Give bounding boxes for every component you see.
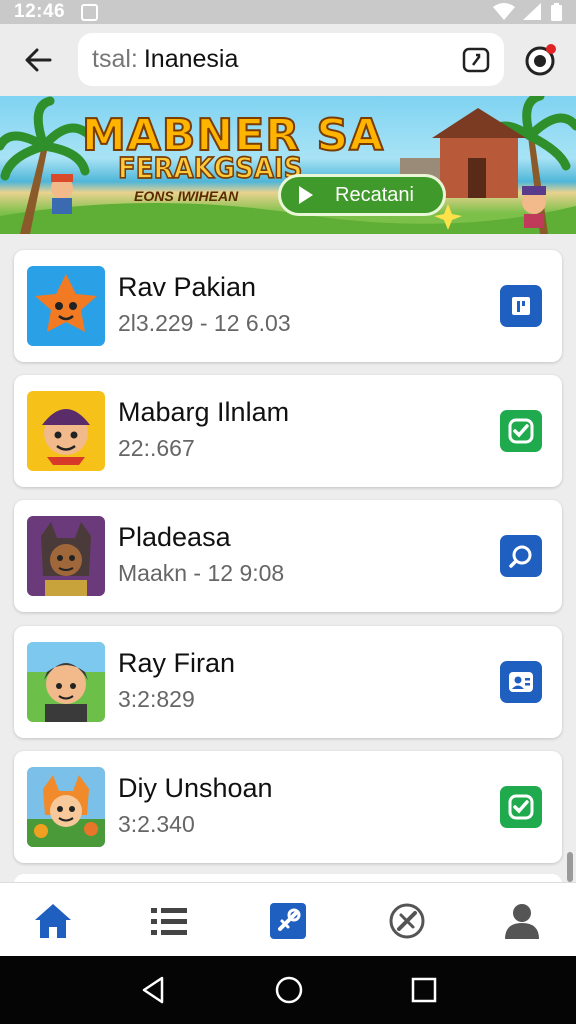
list-item[interactable]: Mabarg Ilnlam 22:.667 [14,375,562,487]
book-icon [512,297,530,315]
app-meta: 3:2:829 [118,686,195,712]
recents-square-icon[interactable] [408,974,440,1006]
record-icon[interactable] [522,42,558,78]
bottom-navigation [0,882,576,956]
nav-list[interactable] [147,899,191,943]
installed-button[interactable] [500,410,542,452]
nav-games[interactable] [266,899,310,943]
list-item[interactable]: Ray Firan 3:2:829 [14,626,562,738]
banner-subtitle: FERAKGSAIS [117,152,303,187]
app-thumbnail [27,767,105,847]
play-icon [299,186,313,204]
contact-card-icon [509,672,533,692]
list-item[interactable]: Pladeasa Maakn - 12 9:08 [14,500,562,612]
banner-play-button[interactable]: Recatani [278,174,446,216]
app-name: Diy Unshoan [118,773,273,803]
nav-home[interactable] [31,899,75,943]
pirate-boy-icon [42,409,90,465]
status-bar: 12:46 [0,0,576,24]
signal-icon [523,3,541,20]
check-icon [508,794,534,820]
app-name: Pladeasa [118,522,231,552]
games-icon [270,903,306,939]
camera-search-icon[interactable] [462,46,490,74]
app-meta: Maakn - 12 9:08 [118,560,285,586]
wolf-warrior-icon [41,522,91,596]
installed-button[interactable] [500,786,542,828]
app-thumbnail [27,516,105,596]
app-name: Ray Firan [118,648,236,678]
app-thumbnail [27,642,105,722]
home-circle-icon[interactable] [273,974,305,1006]
search-icon [509,545,532,568]
system-navigation-bar [0,956,576,1024]
back-button[interactable] [18,40,58,80]
compass-icon [389,903,425,939]
status-time: 12:46 [14,1,66,22]
helmet-hero-icon [27,642,105,722]
home-icon [35,904,71,938]
app-name: Rav Pakian [118,272,257,302]
star-creature-icon [35,274,97,332]
nav-profile[interactable] [500,899,544,943]
notification-icon [81,3,99,21]
results-list: Rav Pakian 2l3.229 - 12 6.03 Mabarg Ilnl… [0,234,576,880]
app-meta: 2l3.229 - 12 6.03 [118,310,291,336]
promo-banner[interactable]: MABNER SA FERAKGSAIS EONS IWIHEAN Recata… [0,96,576,234]
banner-tagline: EONS IWIHEAN [134,188,239,204]
banner-button-label: Recatani [335,183,414,206]
wifi-icon [493,3,515,20]
contact-button[interactable] [500,661,542,703]
app-meta: 3:2.340 [118,811,195,837]
list-item[interactable]: Rav Pakian 2l3.229 - 12 6.03 [14,250,562,362]
search-button[interactable] [500,535,542,577]
battery-icon [551,3,562,21]
app-name: Mabarg Ilnlam [118,397,290,427]
app-thumbnail [27,391,105,471]
app-meta: 22:.667 [118,435,195,461]
search-query: Inanesia [143,45,239,73]
status-icons [493,3,562,21]
back-triangle-icon[interactable] [138,974,170,1006]
search-header: tsal: Inanesia [0,24,576,96]
list-icon [151,908,187,935]
book-button[interactable] [500,285,542,327]
arrow-left-icon [25,48,52,72]
fox-adventurer-icon [27,775,105,847]
profile-icon [505,904,539,939]
nav-explore[interactable] [385,899,429,943]
list-item[interactable]: Diy Unshoan 3:2.340 [14,751,562,863]
search-prefix: tsal: [92,45,138,73]
app-thumbnail [27,266,105,346]
check-icon [508,418,534,444]
scrollbar[interactable] [567,852,573,882]
search-input[interactable]: tsal: Inanesia [78,33,504,86]
